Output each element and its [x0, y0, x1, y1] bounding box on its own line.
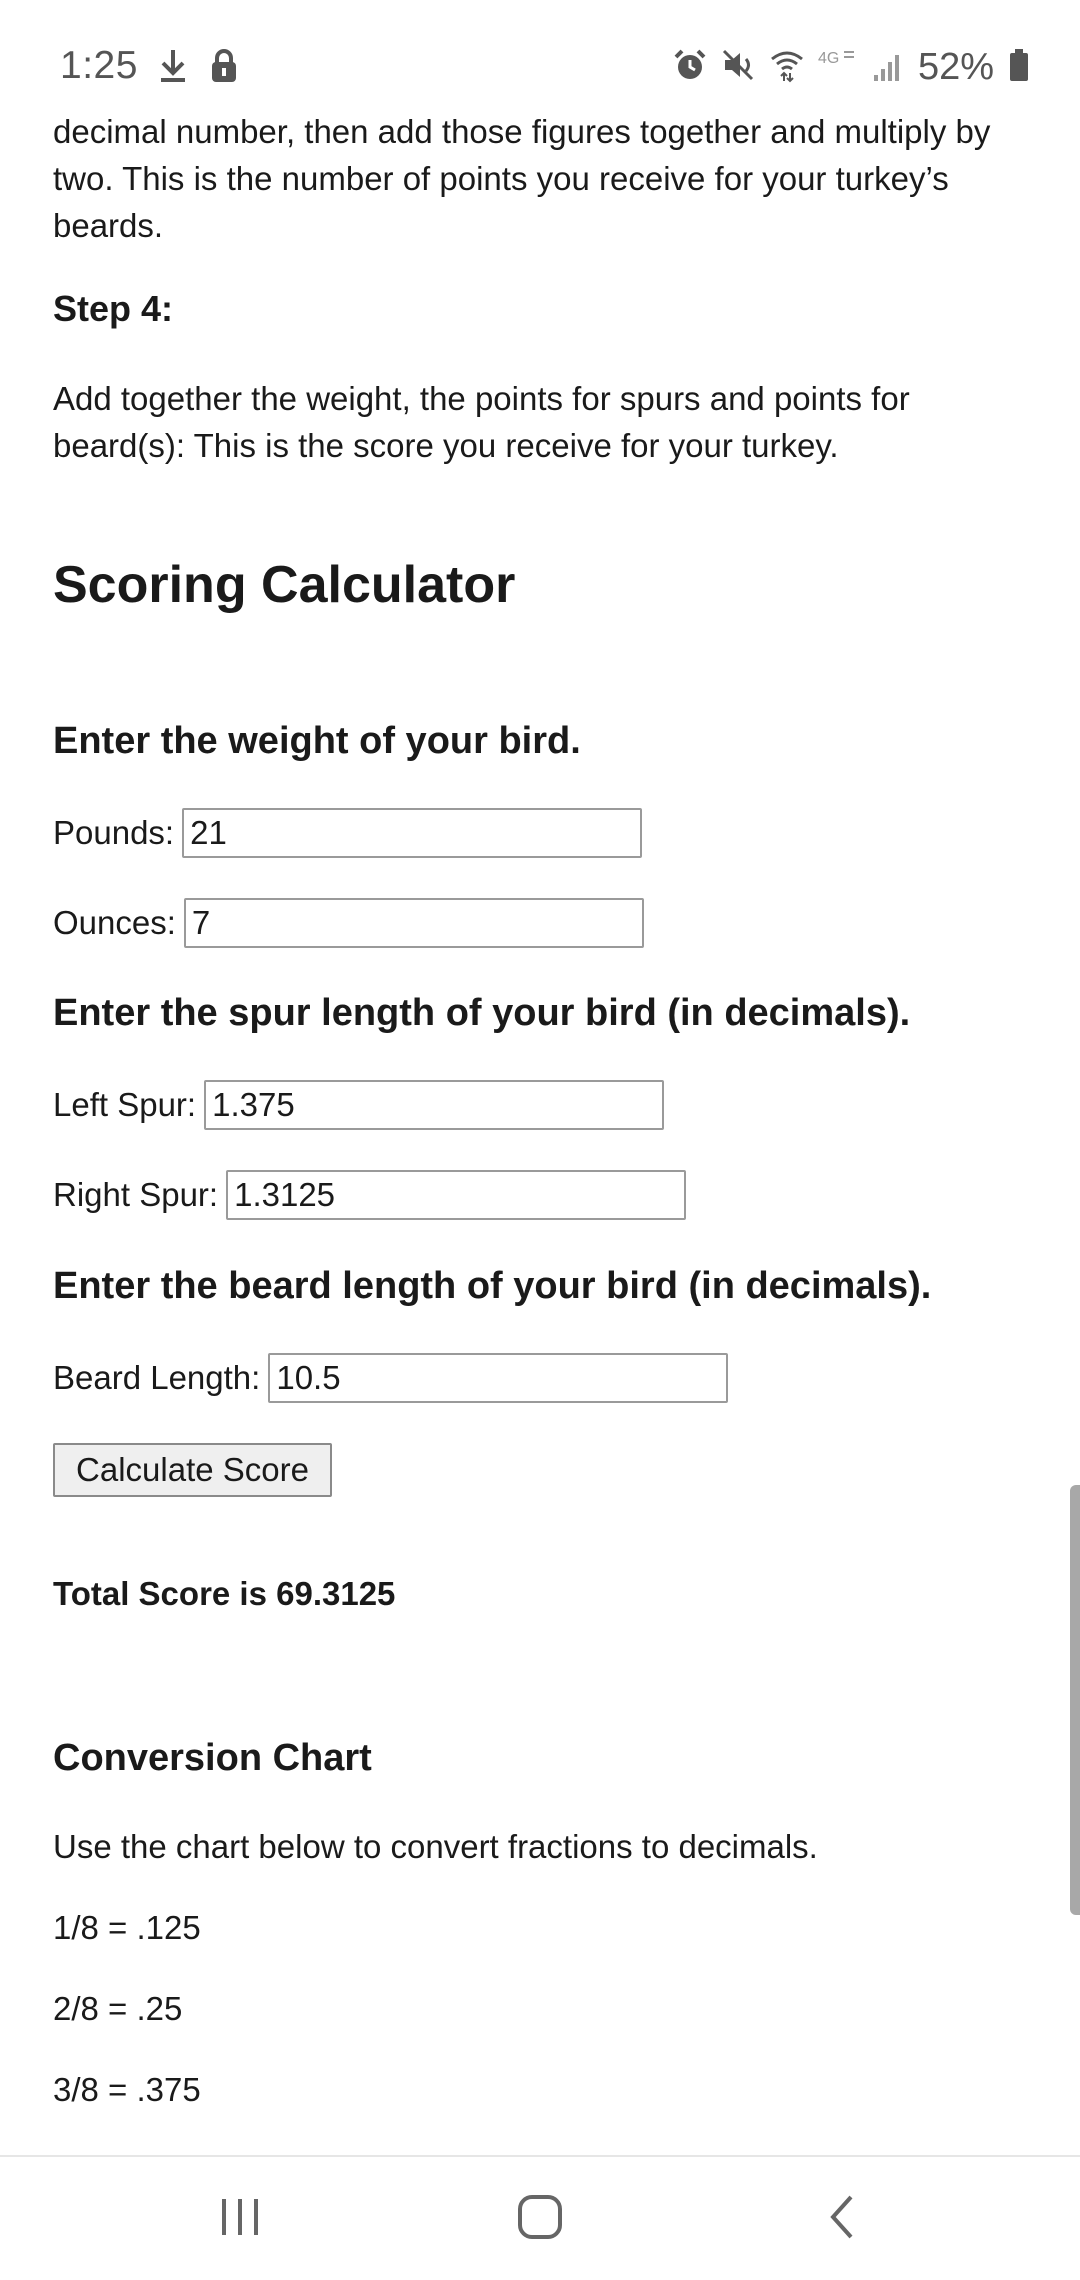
ounces-input[interactable]: [183, 898, 644, 948]
right-spur-row: Right Spur:: [53, 1170, 687, 1220]
signal-icon: [872, 47, 904, 88]
ounces-row: Ounces:: [53, 898, 644, 948]
step4-heading: Step 4:: [53, 288, 174, 329]
navigation-bar: [0, 2155, 1080, 2280]
beard-label: Beard Length:: [53, 1359, 261, 1396]
beard-row: Beard Length:: [53, 1353, 729, 1403]
mute-icon: [722, 47, 756, 88]
lock-icon: [210, 48, 238, 89]
status-bar: 1:25 4G 52%: [0, 0, 1080, 118]
status-right-icons: 4G 52%: [672, 46, 1030, 89]
ounces-label: Ounces:: [53, 904, 176, 941]
left-spur-input[interactable]: [204, 1080, 665, 1130]
phone-screen: 1:25 4G 52% decimal number, then add tho…: [0, 0, 1080, 2280]
weight-heading: Enter the weight of your bird.: [53, 720, 581, 762]
spur-heading: Enter the spur length of your bird (in d…: [53, 992, 911, 1034]
intro-paragraph: decimal number, then add those figures t…: [53, 113, 991, 244]
pounds-label: Pounds:: [53, 814, 175, 851]
conversion-intro: Use the chart below to convert fractions…: [53, 1828, 818, 1865]
calculate-score-button[interactable]: Calculate Score: [53, 1443, 332, 1497]
battery-percent: 52%: [917, 46, 994, 88]
step4-text: Add together the weight, the points for …: [53, 380, 910, 464]
left-spur-row: Left Spur:: [53, 1080, 665, 1130]
conversion-row: 3/8 = .375: [53, 2071, 201, 2108]
pounds-row: Pounds:: [53, 808, 643, 858]
svg-text:4G: 4G: [818, 50, 839, 67]
alarm-icon: [672, 47, 708, 88]
wifi-icon: [770, 47, 804, 88]
total-score: Total Score is 69.3125: [53, 1575, 396, 1612]
recent-apps-icon[interactable]: [212, 2189, 268, 2250]
pounds-input[interactable]: [182, 808, 643, 858]
right-spur-label: Right Spur:: [53, 1176, 219, 1213]
home-icon[interactable]: [512, 2189, 568, 2250]
beard-input[interactable]: [268, 1353, 729, 1403]
download-icon: [158, 48, 188, 89]
conversion-heading: Conversion Chart: [53, 1737, 372, 1779]
back-icon[interactable]: [815, 2189, 871, 2250]
scrollbar-thumb[interactable]: [1070, 1485, 1080, 1915]
status-left-icons: [158, 48, 238, 89]
left-spur-label: Left Spur:: [53, 1086, 197, 1123]
conversion-row: 2/8 = .25: [53, 1990, 183, 2027]
status-time: 1:25: [60, 44, 138, 87]
4g-icon: 4G: [818, 47, 858, 88]
right-spur-input[interactable]: [226, 1170, 687, 1220]
conversion-row: 1/8 = .125: [53, 1909, 201, 1946]
beard-heading: Enter the beard length of your bird (in …: [53, 1265, 932, 1307]
calculator-title: Scoring Calculator: [53, 556, 516, 614]
battery-icon: [1008, 47, 1030, 88]
